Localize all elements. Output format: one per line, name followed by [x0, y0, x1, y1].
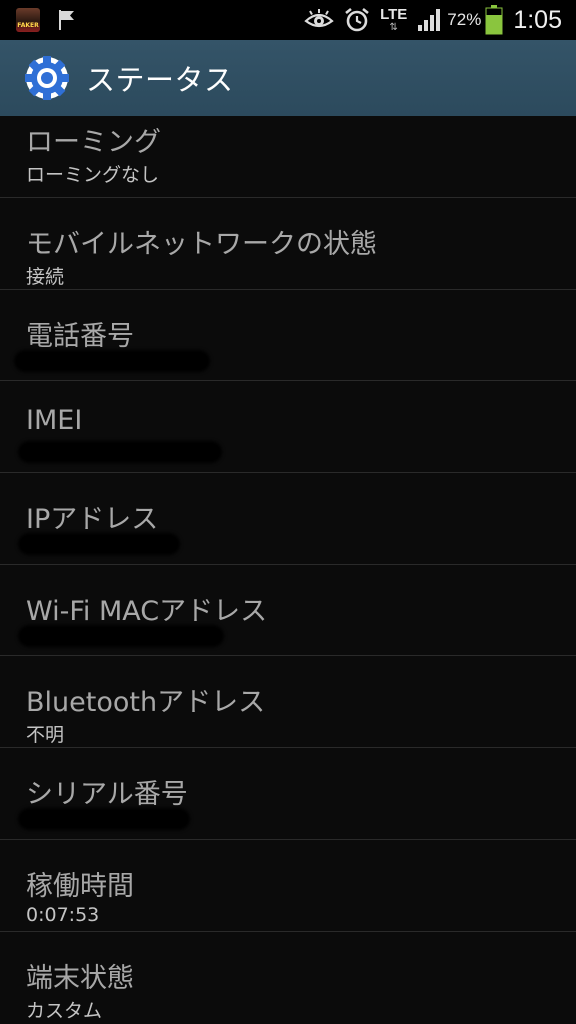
item-title: モバイルネットワークの状態 — [26, 229, 377, 260]
item-title: 電話番号 — [26, 320, 134, 352]
list-item-wifi-mac[interactable]: Wi-Fi MACアドレス — [0, 565, 576, 657]
status-bar: FAKER LTE ⇅ 72% 1:05 — [0, 0, 576, 40]
redacted-value — [18, 624, 224, 647]
signal-strength-icon — [418, 9, 441, 31]
status-list: ローミング ローミングなし モバイルネットワークの状態 接続 電話番号 IMEI… — [0, 116, 576, 1024]
notification-icons: FAKER — [16, 8, 76, 32]
page-title: ステータス — [86, 63, 234, 97]
item-title: Bluetoothアドレス — [26, 687, 266, 719]
list-item-mobile-network-state[interactable]: モバイルネットワークの状態 接続 — [0, 198, 576, 290]
item-title: IMEI — [26, 405, 83, 437]
item-value: ローミングなし — [26, 164, 160, 186]
list-item-serial-number[interactable]: シリアル番号 — [0, 748, 576, 840]
app-notification-label: FAKER — [17, 22, 39, 29]
flag-icon — [59, 10, 74, 30]
eye-icon — [304, 9, 334, 28]
redacted-value — [18, 808, 190, 831]
network-type-label: LTE — [380, 6, 408, 23]
alarm-clock-icon — [345, 7, 369, 32]
battery-percent: 72% — [447, 10, 482, 29]
lte-indicator: LTE ⇅ — [380, 7, 407, 33]
item-value: 接続 — [26, 266, 65, 288]
list-item-ip-address[interactable]: IPアドレス — [0, 473, 576, 565]
item-value: カスタム — [26, 999, 103, 1022]
list-item-device-status[interactable]: 端末状態 カスタム — [0, 932, 576, 1024]
app-notification-icon: FAKER — [16, 8, 40, 32]
redacted-value — [18, 441, 222, 464]
item-title: 稼働時間 — [26, 870, 134, 902]
data-activity-icon: ⇅ — [389, 22, 398, 33]
item-title: 端末状態 — [26, 962, 134, 994]
item-title: IPアドレス — [26, 504, 159, 536]
action-bar: ステータス — [0, 40, 576, 116]
item-title: Wi-Fi MACアドレス — [26, 595, 268, 627]
item-title: シリアル番号 — [26, 779, 188, 811]
system-icons: LTE ⇅ 72% 1:05 — [294, 5, 562, 35]
item-title: ローミング — [26, 127, 161, 158]
list-item-phone-number[interactable]: 電話番号 — [0, 290, 576, 382]
list-item-roaming[interactable]: ローミング ローミングなし — [0, 116, 576, 198]
item-value: 0:07:53 — [26, 903, 100, 926]
status-clock: 1:05 — [513, 5, 562, 34]
list-item-uptime[interactable]: 稼働時間 0:07:53 — [0, 840, 576, 932]
android-screen: FAKER LTE ⇅ 72% 1:05 ステータス ローミング ローミングなし… — [0, 0, 576, 1024]
redacted-value — [14, 349, 210, 372]
list-item-bluetooth-address[interactable]: Bluetoothアドレス 不明 — [0, 656, 576, 749]
redacted-value — [18, 533, 180, 556]
list-item-imei[interactable]: IMEI — [0, 381, 576, 474]
settings-gear-icon[interactable] — [22, 53, 72, 103]
item-value: 不明 — [26, 724, 65, 747]
battery-icon — [485, 5, 503, 35]
